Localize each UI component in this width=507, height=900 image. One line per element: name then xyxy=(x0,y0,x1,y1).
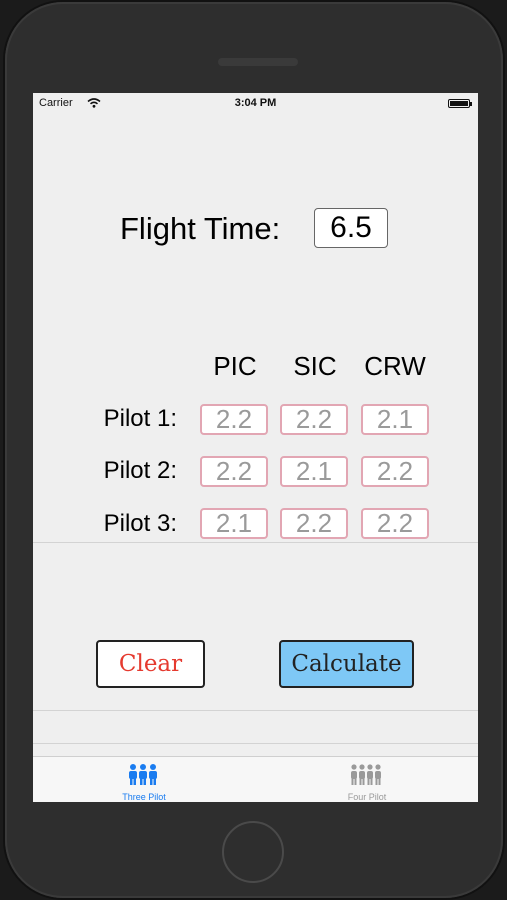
column-header-crw: CRW xyxy=(364,351,426,381)
four-pilots-icon xyxy=(351,764,381,785)
calculate-button[interactable]: Calculate xyxy=(279,640,414,688)
home-button[interactable] xyxy=(222,821,284,883)
app-screen: Carrier 3:04 PM Flight Time: 6.5 PIC SIC… xyxy=(33,93,478,802)
flight-time-field[interactable]: 6.5 xyxy=(314,208,388,248)
column-header-pic: PIC xyxy=(213,351,257,381)
tab-bar: Three Pilot Four Pilot xyxy=(33,756,478,802)
pilot-3-pic-field[interactable]: 2.1 xyxy=(200,508,268,539)
tab-four-pilot-label: Four Pilot xyxy=(347,792,387,802)
status-time: 3:04 PM xyxy=(234,97,277,109)
pilot-3-sic-field[interactable]: 2.2 xyxy=(280,508,348,539)
pilot-1-crw-field[interactable]: 2.1 xyxy=(361,404,429,435)
clear-button[interactable]: Clear xyxy=(96,640,205,688)
pilot-2-label: Pilot 2: xyxy=(103,457,177,484)
tab-four-pilot[interactable]: Four Pilot xyxy=(256,757,478,802)
battery-icon xyxy=(448,99,472,108)
speaker-grille xyxy=(218,58,298,66)
tab-three-pilot[interactable]: Three Pilot xyxy=(33,757,255,802)
pilot-2-pic-field[interactable]: 2.2 xyxy=(200,456,268,487)
pilot-3-label: Pilot 3: xyxy=(103,510,177,537)
pilot-2-crw-field[interactable]: 2.2 xyxy=(361,456,429,487)
divider xyxy=(33,542,478,543)
pilot-3-crw-field[interactable]: 2.2 xyxy=(361,508,429,539)
divider xyxy=(33,710,478,711)
column-header-sic: SIC xyxy=(293,351,337,381)
pilot-2-sic-field[interactable]: 2.1 xyxy=(280,456,348,487)
pilot-1-pic-field[interactable]: 2.2 xyxy=(200,404,268,435)
flight-time-row: Flight Time: 6.5 xyxy=(33,207,478,251)
pilot-1-sic-field[interactable]: 2.2 xyxy=(280,404,348,435)
three-pilots-icon xyxy=(129,764,157,785)
tab-three-pilot-label: Three Pilot xyxy=(122,792,166,802)
pilot-1-label: Pilot 1: xyxy=(103,405,177,432)
divider xyxy=(33,743,478,744)
flight-time-label: Flight Time: xyxy=(120,211,281,246)
status-bar: Carrier 3:04 PM xyxy=(33,93,478,115)
